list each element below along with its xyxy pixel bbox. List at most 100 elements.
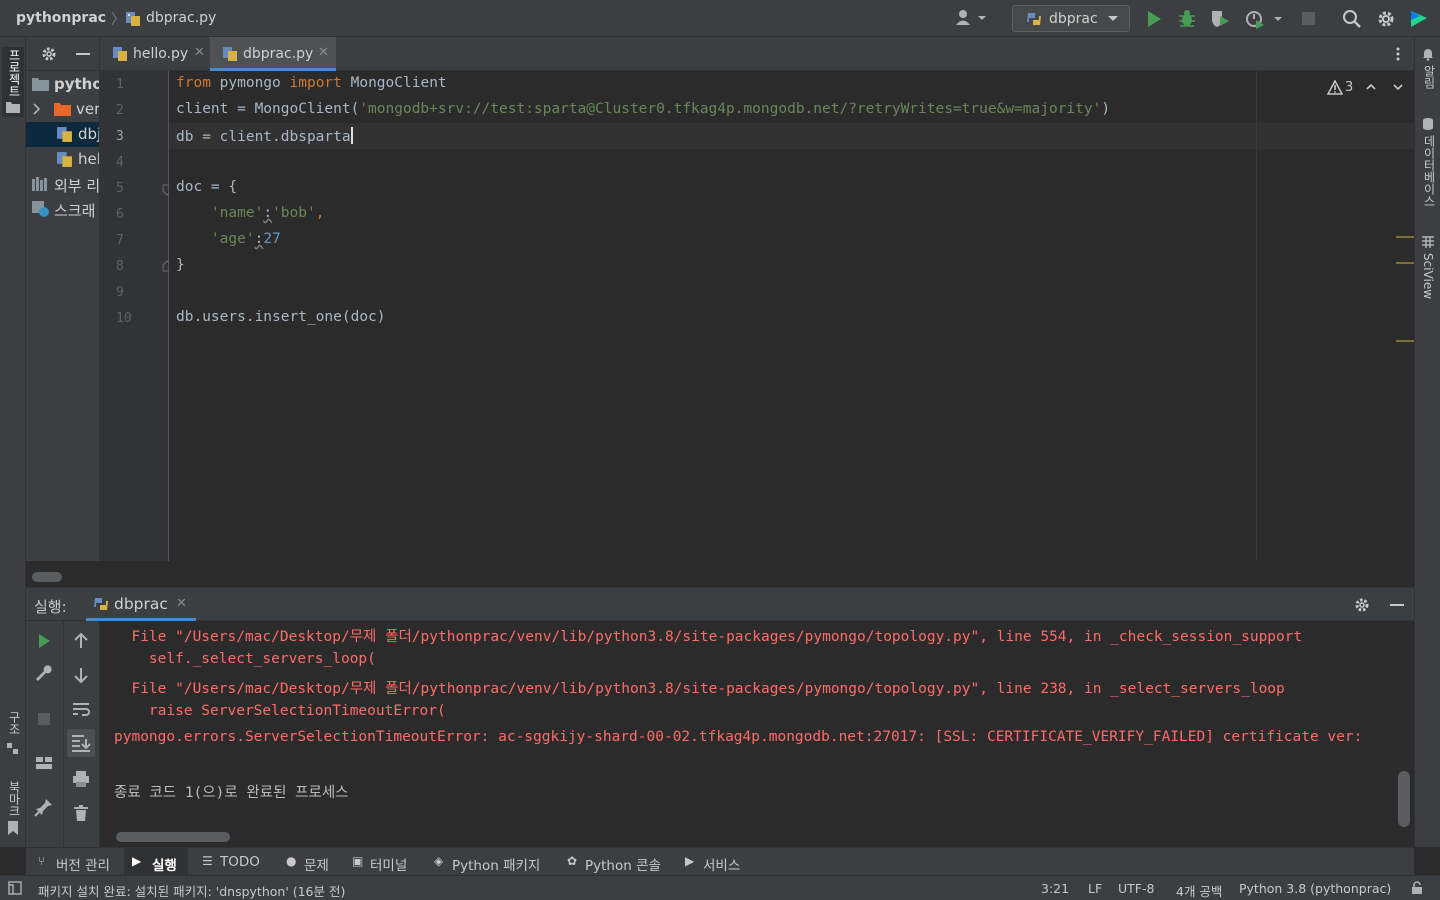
library-icon [32,177,50,195]
minimize-icon[interactable] [74,45,92,67]
debug-icon[interactable] [1176,8,1198,30]
console-line: raise ServerSelectionTimeoutError( [114,703,446,719]
file-encoding[interactable]: UTF-8 [1118,881,1154,896]
caret-position[interactable]: 3:21 [1041,881,1069,896]
structure-tool-button[interactable]: 구조 [2,707,24,759]
tree-item-dbprac[interactable]: dbj [26,122,99,147]
project-panel-header [26,37,99,71]
console-vertical-scrollbar[interactable] [1398,771,1410,827]
chevron-up-icon[interactable] [1365,81,1377,97]
soft-wrap-icon[interactable] [69,697,93,721]
run-with-coverage-icon[interactable] [1209,8,1231,30]
line-number: 2 [116,103,124,118]
tool-python-packages[interactable]: ◈ Python 패키지 [426,848,548,876]
folder-icon [6,101,20,117]
right-margin-guide [1256,71,1257,561]
gear-icon[interactable] [40,45,58,67]
tool-run[interactable]: ▶ 실행 [124,848,188,876]
breadcrumb-file[interactable]: dbprac.py [146,10,216,26]
status-message[interactable]: 패키지 설치 완료: 설치된 패키지: 'dnspython' (16분 전) [38,881,345,900]
tree-item-label: 외부 리 [54,177,100,195]
trash-icon[interactable] [69,801,93,825]
scrollbar-thumb[interactable] [32,572,62,582]
tab-dbprac-py[interactable]: dbprac.py ✕ [210,37,336,71]
line-separator[interactable]: LF [1088,881,1102,896]
tree-item-external-libraries[interactable]: 외부 리 [26,172,100,197]
code-line-6: 'name':'bob', [176,205,325,221]
tab-hello-py[interactable]: hello.py ✕ [100,37,210,71]
warning-marker[interactable] [1396,262,1414,264]
more-options-icon[interactable] [1390,46,1406,66]
left-tool-strip: 프로젝트 구조 북마크 [0,37,26,847]
user-profile-button[interactable] [954,8,990,28]
vcs-icon: ⑂ [38,854,46,868]
python-interpreter[interactable]: Python 3.8 (pythonprac) [1239,881,1391,896]
close-icon[interactable]: ✕ [194,45,205,60]
python-file-icon [222,46,238,66]
sciview-tool-button[interactable]: SciView [1417,233,1439,307]
layout-icon[interactable] [32,751,56,775]
search-icon[interactable] [1341,8,1363,30]
warning-marker[interactable] [1396,236,1414,238]
tree-item-scratches[interactable]: 스크래 [26,197,99,222]
console-horizontal-scrollbar[interactable] [116,832,230,842]
tool-version-control[interactable]: ⑂ 버전 관리 [30,848,122,876]
scroll-to-end-icon[interactable] [67,729,95,757]
scratch-icon [32,201,50,222]
rerun-icon[interactable] [32,629,56,653]
console-line: File "/Users/mac/Desktop/무제 폴더/pythonpra… [114,629,1303,645]
database-tool-button[interactable]: 데이터베이스 [1417,115,1439,209]
gear-icon[interactable] [1353,596,1371,618]
terminal-icon: ▣ [352,854,364,868]
tree-item-hello[interactable]: hel [26,147,99,172]
minimize-icon[interactable] [1388,596,1406,618]
indent-setting[interactable]: 4개 공백 [1176,881,1222,900]
tool-label: 터미널 [370,858,408,874]
warning-icon [1326,79,1344,99]
run-panel-title: 실행: [34,598,67,616]
tab-run-dbprac[interactable]: dbprac ✕ [86,588,196,621]
gear-icon[interactable] [1375,8,1397,30]
notifications-tool-label: 알림 [1422,65,1436,89]
tool-terminal[interactable]: ▣ 터미널 [344,848,416,876]
status-bar: 패키지 설치 완료: 설치된 패키지: 'dnspython' (16분 전) … [0,875,1440,900]
code-line-2: client = MongoClient('mongodb+srv://test… [176,101,1111,117]
stop-icon[interactable] [1298,8,1320,30]
stop-icon[interactable] [32,707,56,731]
warning-marker[interactable] [1396,340,1414,342]
tree-item-venv[interactable]: ver [26,97,99,122]
notifications-tool-button[interactable]: 알림 [1417,45,1439,95]
tree-item-project-root[interactable]: pytho [26,72,99,97]
toggle-tool-windows-icon[interactable] [8,881,22,899]
jetbrains-toolbox-icon[interactable] [1408,8,1430,30]
tool-window-bar: ⑂ 버전 관리 ▶ 실행 ☰ TODO ● 문제 ▣ 터미널 ◈ Python … [26,847,1414,876]
tool-problems[interactable]: ● 문제 [278,848,336,876]
tool-todo[interactable]: ☰ TODO [194,848,266,876]
chevron-down-icon[interactable] [1392,81,1404,97]
run-configuration-select[interactable]: dbprac [1012,5,1130,32]
code-line-5: doc = { [176,179,238,195]
tool-python-console[interactable]: ✿ Python 콘솔 [559,848,669,876]
lock-icon[interactable] [1410,881,1424,899]
python-icon [1025,11,1043,31]
pin-icon[interactable] [32,795,56,819]
arrow-up-icon[interactable] [69,629,93,653]
code-editor[interactable]: from pymongo import MongoClient client =… [169,71,1414,561]
tool-label: 문제 [304,858,329,874]
run-console-output[interactable]: File "/Users/mac/Desktop/무제 폴더/pythonpra… [100,621,1414,847]
wrench-icon[interactable] [32,663,56,687]
project-tool-button[interactable]: 프로젝트 [2,47,24,117]
bookmarks-tool-button[interactable]: 북마크 [2,777,24,837]
run-icon[interactable] [1143,8,1165,30]
print-icon[interactable] [69,767,93,791]
tool-label: 실행 [152,858,177,874]
close-icon[interactable]: ✕ [318,45,329,60]
inspection-widget[interactable]: 3 [1325,78,1410,98]
console-line: self._select_servers_loop( [114,651,376,667]
close-icon[interactable]: ✕ [176,596,187,611]
tool-services[interactable]: ▶ 서비스 [677,848,751,876]
arrow-down-icon[interactable] [69,663,93,687]
line-number: 4 [116,155,124,170]
profile-icon[interactable] [1244,8,1288,30]
breadcrumb-project[interactable]: pythonprac [16,10,106,26]
